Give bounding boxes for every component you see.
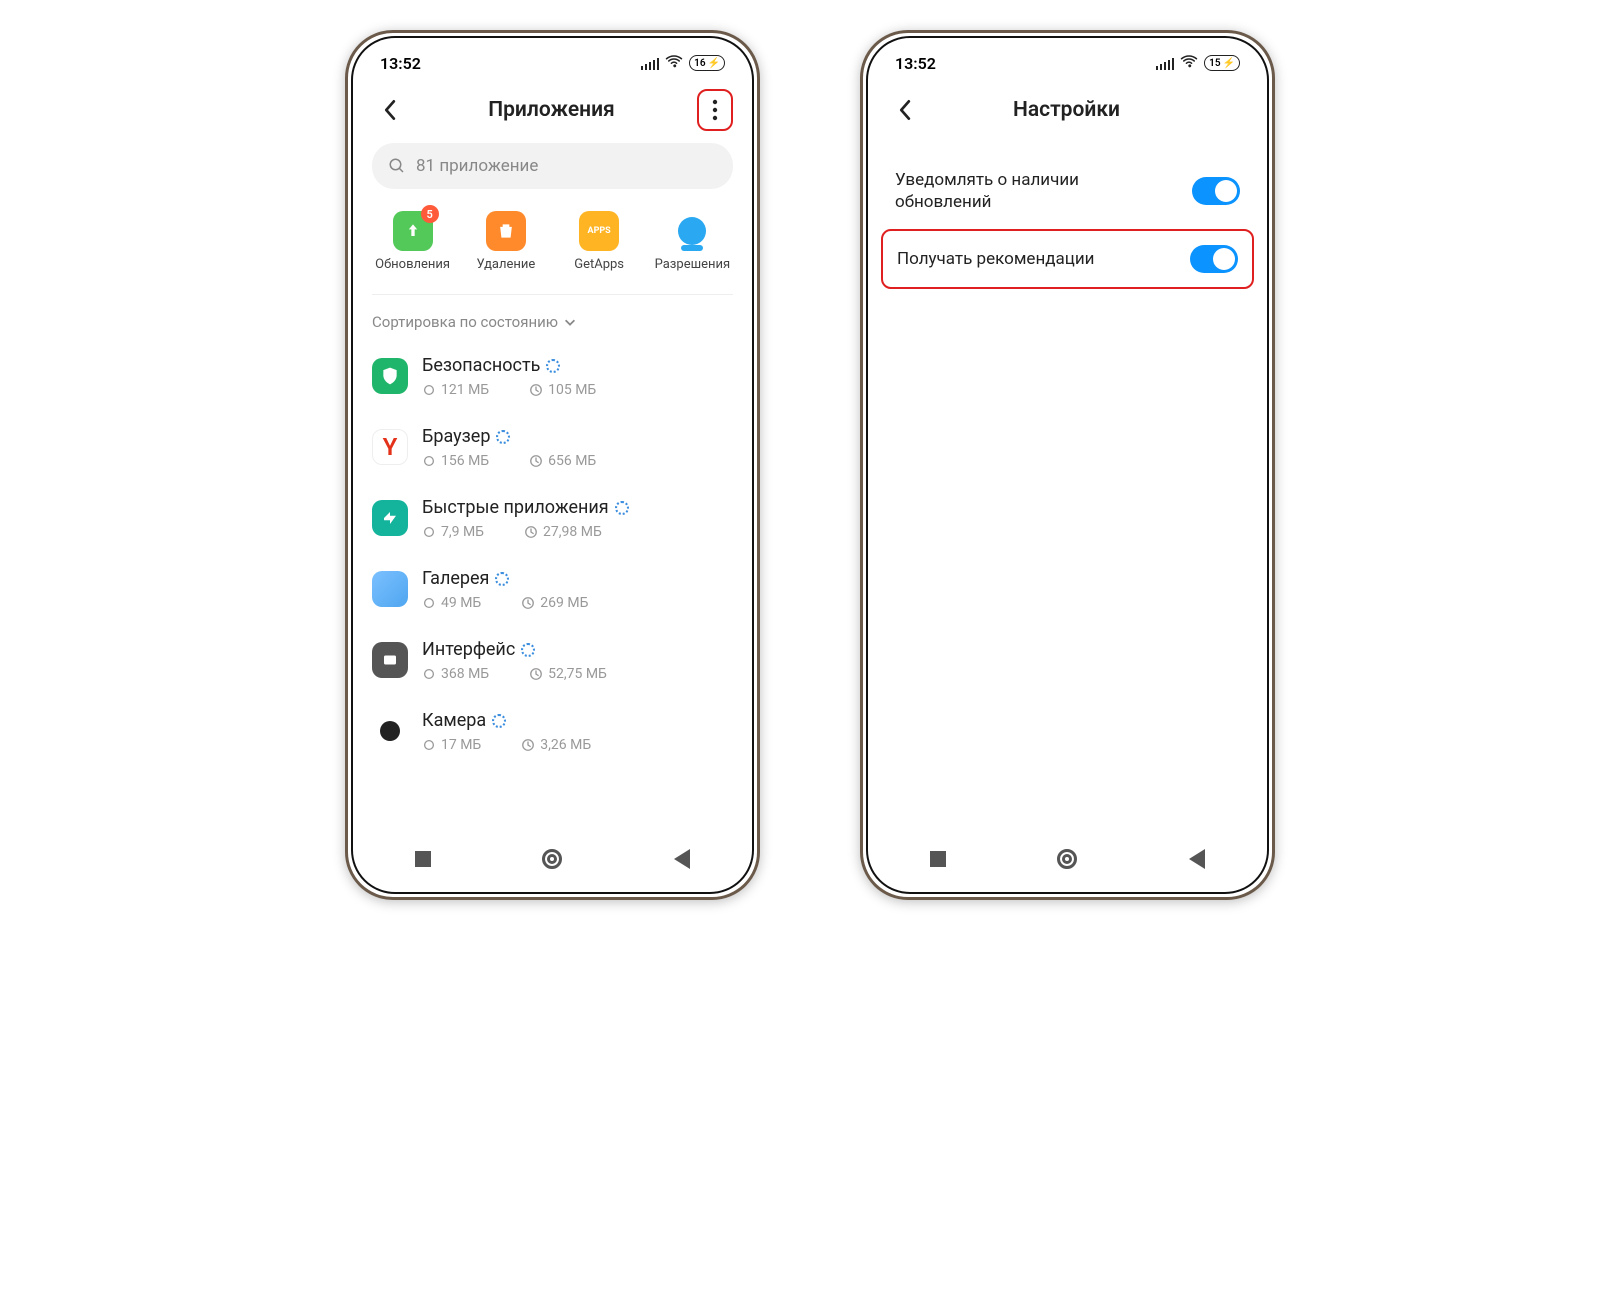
updates-icon: 5 bbox=[393, 211, 433, 251]
gallery-icon bbox=[372, 571, 408, 607]
nav-bar bbox=[358, 831, 747, 887]
sort-dropdown[interactable]: Сортировка по состоянию bbox=[358, 295, 747, 339]
nav-bar bbox=[873, 831, 1262, 887]
status-bar: 13:52 16⚡ bbox=[358, 43, 747, 83]
quickapps-icon bbox=[372, 500, 408, 536]
signal-icon bbox=[1156, 56, 1174, 70]
search-placeholder: 81 приложение bbox=[416, 156, 538, 176]
shortcut-uninstall[interactable]: Удаление bbox=[461, 211, 551, 272]
phone-right: 13:52 15⚡ Настройки Уведомлять о наличии… bbox=[860, 30, 1275, 900]
gear-icon bbox=[422, 383, 436, 397]
screen-left: 13:52 16⚡ Приложения 81 приложение 5 bbox=[358, 43, 747, 887]
browser-icon: Y bbox=[372, 429, 408, 465]
app-row[interactable]: Y Браузер 156 МБ 656 МБ bbox=[372, 412, 733, 483]
trash-icon bbox=[486, 211, 526, 251]
status-bar: 13:52 15⚡ bbox=[873, 43, 1262, 83]
more-menu-button[interactable] bbox=[697, 89, 733, 131]
updates-badge: 5 bbox=[421, 205, 439, 223]
shield-icon bbox=[372, 358, 408, 394]
nav-home[interactable] bbox=[542, 849, 562, 869]
phone-left: 13:52 16⚡ Приложения 81 приложение 5 bbox=[345, 30, 760, 900]
shortcut-permissions[interactable]: Разрешения bbox=[647, 211, 737, 272]
vol-button[interactable] bbox=[757, 233, 760, 323]
nav-recents[interactable] bbox=[928, 849, 948, 869]
clock-icon bbox=[529, 383, 543, 397]
chevron-down-icon bbox=[563, 315, 577, 329]
shortcut-updates[interactable]: 5 Обновления bbox=[368, 211, 458, 272]
battery-icon: 15⚡ bbox=[1204, 55, 1240, 71]
page-title: Настройки bbox=[921, 98, 1212, 122]
interface-icon bbox=[372, 642, 408, 678]
wifi-icon bbox=[665, 52, 683, 74]
vol-button[interactable] bbox=[1272, 233, 1275, 323]
nav-home[interactable] bbox=[1057, 849, 1077, 869]
shortcuts: 5 Обновления Удаление APPS GetApps Разре… bbox=[358, 203, 747, 294]
app-row[interactable]: Безопасность 121 МБ 105 МБ bbox=[372, 341, 733, 412]
loading-icon bbox=[496, 430, 510, 444]
nav-back[interactable] bbox=[1187, 849, 1207, 869]
back-button[interactable] bbox=[372, 93, 406, 127]
loading-icon bbox=[521, 643, 535, 657]
header: Приложения bbox=[358, 83, 747, 137]
nav-back[interactable] bbox=[672, 849, 692, 869]
loading-icon bbox=[492, 714, 506, 728]
power-button[interactable] bbox=[757, 343, 760, 418]
app-row[interactable]: Быстрые приложения 7,9 МБ 27,98 МБ bbox=[372, 483, 733, 554]
header: Настройки bbox=[873, 83, 1262, 137]
setting-row-recommendations[interactable]: Получать рекомендации bbox=[881, 229, 1254, 289]
back-button[interactable] bbox=[887, 93, 921, 127]
toggle-updates[interactable] bbox=[1192, 177, 1240, 205]
search-icon bbox=[388, 157, 406, 175]
app-list: Безопасность 121 МБ 105 МБ Y Браузер 156… bbox=[358, 339, 747, 767]
permissions-icon bbox=[672, 211, 712, 251]
nav-recents[interactable] bbox=[413, 849, 433, 869]
toggle-recommendations[interactable] bbox=[1190, 245, 1238, 273]
wifi-icon bbox=[1180, 52, 1198, 74]
clock: 13:52 bbox=[895, 54, 936, 73]
battery-icon: 16⚡ bbox=[689, 55, 725, 71]
getapps-icon: APPS bbox=[579, 211, 619, 251]
loading-icon bbox=[495, 572, 509, 586]
page-title: Приложения bbox=[406, 98, 697, 122]
search-field[interactable]: 81 приложение bbox=[372, 143, 733, 189]
screen-right: 13:52 15⚡ Настройки Уведомлять о наличии… bbox=[873, 43, 1262, 887]
setting-row-updates[interactable]: Уведомлять о наличии обновлений bbox=[873, 153, 1262, 229]
app-row[interactable]: Интерфейс 368 МБ 52,75 МБ bbox=[372, 625, 733, 696]
app-row[interactable]: Галерея 49 МБ 269 МБ bbox=[372, 554, 733, 625]
signal-icon bbox=[641, 56, 659, 70]
camera-icon bbox=[372, 713, 408, 749]
loading-icon bbox=[546, 359, 560, 373]
clock: 13:52 bbox=[380, 54, 421, 73]
loading-icon bbox=[615, 501, 629, 515]
app-row[interactable]: Камера 17 МБ 3,26 МБ bbox=[372, 696, 733, 767]
shortcut-getapps[interactable]: APPS GetApps bbox=[554, 211, 644, 272]
power-button[interactable] bbox=[1272, 343, 1275, 418]
